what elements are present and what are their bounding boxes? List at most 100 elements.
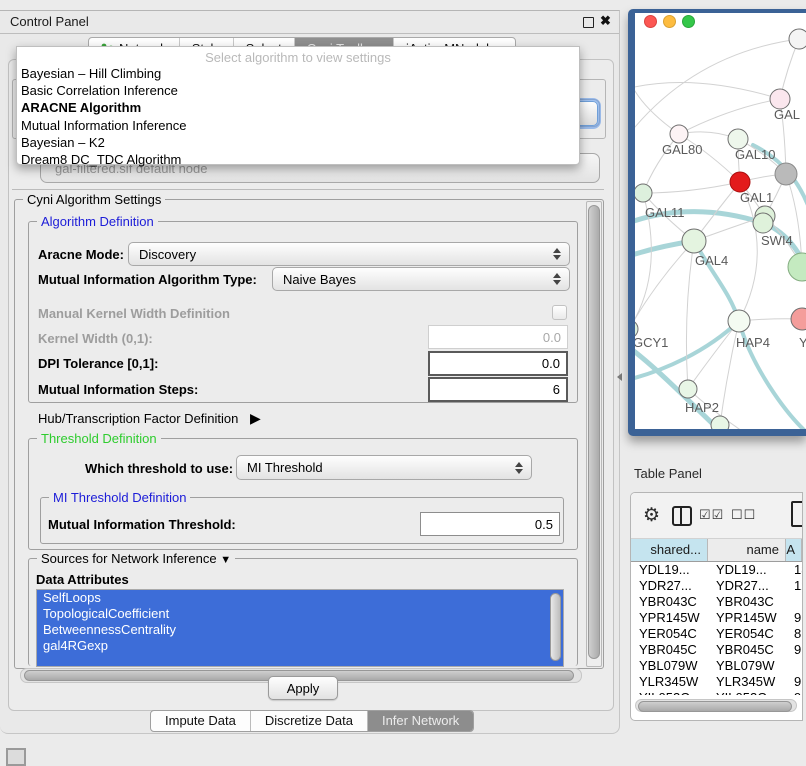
kernel-width-label: Kernel Width (0,1): xyxy=(38,331,153,346)
hub-definition-label: Hub/Transcription Factor Definition xyxy=(38,411,238,426)
dpi-tolerance-label: DPI Tolerance [0,1]: xyxy=(38,356,158,371)
apply-button[interactable]: Apply xyxy=(268,676,338,700)
algorithm-option[interactable]: ARACNE Algorithm xyxy=(17,99,579,116)
table-row[interactable]: YER054CYER054C8. xyxy=(631,626,802,642)
mi-type-combo[interactable]: Naive Bayes xyxy=(272,267,570,291)
manual-kernel-checkbox[interactable] xyxy=(552,305,567,320)
window-zoom-light[interactable] xyxy=(682,15,695,28)
table-row[interactable]: YBL079WYBL079W xyxy=(631,658,802,674)
window-minimize-light[interactable] xyxy=(663,15,676,28)
kernel-width-field[interactable]: 0.0 xyxy=(428,325,568,349)
data-attributes-list[interactable]: SelfLoopsTopologicalCoefficientBetweenne… xyxy=(36,589,564,667)
table-cell: YER054C xyxy=(631,626,708,642)
panel-collapse-handle[interactable] xyxy=(617,373,622,381)
table-row[interactable]: YIL052CYIL052C9. xyxy=(631,690,802,695)
table-row[interactable]: YBR045CYBR045C9. xyxy=(631,642,802,658)
node-label: GCY1 xyxy=(635,335,668,350)
table-cell xyxy=(786,658,802,674)
algorithm-option[interactable]: Mutual Information Inference xyxy=(17,117,579,134)
network-node-gal4[interactable] xyxy=(682,229,706,253)
network-node[interactable] xyxy=(775,163,797,185)
table-row[interactable]: YPR145WYPR145W9. xyxy=(631,610,802,626)
network-node-gal[interactable] xyxy=(770,89,790,109)
table-row[interactable]: YDL19...YDL19...13 xyxy=(631,562,802,578)
network-node-gal80[interactable] xyxy=(670,125,688,143)
minimized-panel-icon[interactable] xyxy=(6,748,26,766)
bottom-tab-discretize-data[interactable]: Discretize Data xyxy=(251,711,368,731)
network-node[interactable] xyxy=(789,29,806,49)
close-icon[interactable]: ✖ xyxy=(600,13,611,29)
table-cell: YER054C xyxy=(708,626,786,642)
dpi-tolerance-field[interactable]: 0.0 xyxy=(428,351,568,376)
mi-type-label: Mutual Information Algorithm Type: xyxy=(38,272,257,287)
mi-threshold-field[interactable]: 0.5 xyxy=(420,512,560,536)
data-attribute-item[interactable]: SelfLoops xyxy=(37,590,563,606)
network-node[interactable] xyxy=(730,172,750,192)
bottom-tab-infer-network[interactable]: Infer Network xyxy=(368,711,473,731)
network-edge[interactable] xyxy=(679,99,780,134)
table-header-row: shared...nameA xyxy=(631,539,802,562)
hub-definition-expander[interactable]: Hub/Transcription Factor Definition ▶ xyxy=(38,410,261,427)
settings-vertical-scrollbar[interactable] xyxy=(586,201,602,667)
which-threshold-value: MI Threshold xyxy=(247,460,323,475)
group-divider xyxy=(12,189,604,190)
network-node-hap2[interactable] xyxy=(679,380,697,398)
data-attribute-item[interactable]: gal4RGexp xyxy=(37,638,563,654)
node-label: SWI4 xyxy=(761,233,793,248)
window-close-light[interactable] xyxy=(644,15,657,28)
table-cell xyxy=(786,594,802,610)
network-node[interactable] xyxy=(711,416,729,429)
control-panel-titlebar xyxy=(0,11,619,34)
node-label: GAL xyxy=(774,107,800,122)
table-row[interactable]: YLR345WYLR345W9. xyxy=(631,674,802,690)
network-node-y[interactable] xyxy=(791,308,806,330)
network-graph[interactable]: GALGAL80GAL10GAL1GAL11GAL4SWI4GCY1HAP4YH… xyxy=(635,13,806,429)
algorithm-option[interactable]: Dream8 DC_TDC Algorithm xyxy=(17,151,579,168)
column-layout-icon[interactable] xyxy=(672,506,692,526)
table-rows: YDL19...YDL19...13YDR27...YDR27...12YBR0… xyxy=(631,562,802,695)
column-header-2[interactable]: name xyxy=(708,539,786,561)
cyni-bottom-tabbar: Impute DataDiscretize DataInfer Network xyxy=(150,710,474,732)
table-cell: YBR043C xyxy=(708,594,786,610)
algorithm-option[interactable]: Bayesian – K2 xyxy=(17,134,579,151)
collapse-down-icon: ▼ xyxy=(220,554,231,566)
algorithm-option[interactable]: Basic Correlation Inference xyxy=(17,82,579,99)
network-edge[interactable] xyxy=(686,241,694,389)
data-attribute-item[interactable]: TopologicalCoefficient xyxy=(37,606,563,622)
sources-title-wrap[interactable]: Sources for Network Inference ▼ xyxy=(37,551,235,566)
table-horizontal-scrollbar[interactable] xyxy=(635,699,797,712)
combo-spinner-icon xyxy=(553,273,561,285)
network-node-gal11[interactable] xyxy=(635,184,652,202)
algorithm-option[interactable]: Bayesian – Hill Climbing xyxy=(17,65,579,82)
network-edge[interactable] xyxy=(635,241,694,329)
network-edge[interactable] xyxy=(643,182,740,193)
checked-columns-icon[interactable]: ☑☑ xyxy=(699,507,724,523)
table-row[interactable]: YDR27...YDR27...12 xyxy=(631,578,802,594)
table-panel-title: Table Panel xyxy=(634,466,702,481)
table-cell: 13 xyxy=(786,562,802,578)
data-attribute-item[interactable]: BetweennessCentrality xyxy=(37,622,563,638)
aracne-mode-combo[interactable]: Discovery xyxy=(128,242,570,266)
combo-spinner-icon xyxy=(515,462,523,474)
column-header-1[interactable]: shared... xyxy=(631,539,708,561)
aracne-mode-label: Aracne Mode: xyxy=(38,247,124,262)
network-node-gal10[interactable] xyxy=(728,129,748,149)
table-cell: 9. xyxy=(786,690,802,695)
column-header-3[interactable]: A xyxy=(786,539,802,561)
table-mode-icon[interactable] xyxy=(791,501,803,527)
float-window-icon[interactable] xyxy=(583,17,594,28)
network-node[interactable] xyxy=(788,253,806,281)
table-row[interactable]: YBR043CYBR043C xyxy=(631,594,802,610)
network-node-swi4[interactable] xyxy=(753,213,773,233)
gear-icon[interactable]: ⚙ xyxy=(643,504,660,527)
bottom-tab-impute-data[interactable]: Impute Data xyxy=(151,711,251,731)
network-node-hap4[interactable] xyxy=(728,310,750,332)
threshold-definition-title: Threshold Definition xyxy=(37,431,161,446)
attributes-list-scrollbar[interactable] xyxy=(550,593,561,661)
unchecked-columns-icon[interactable]: ☐☐ xyxy=(731,507,756,523)
mi-steps-field[interactable]: 6 xyxy=(428,377,568,402)
network-canvas[interactable]: GALGAL80GAL10GAL1GAL11GAL4SWI4GCY1HAP4YH… xyxy=(635,13,806,429)
table-cell: YDR27... xyxy=(708,578,786,594)
which-threshold-combo[interactable]: MI Threshold xyxy=(236,455,532,480)
network-edge[interactable] xyxy=(635,83,780,99)
